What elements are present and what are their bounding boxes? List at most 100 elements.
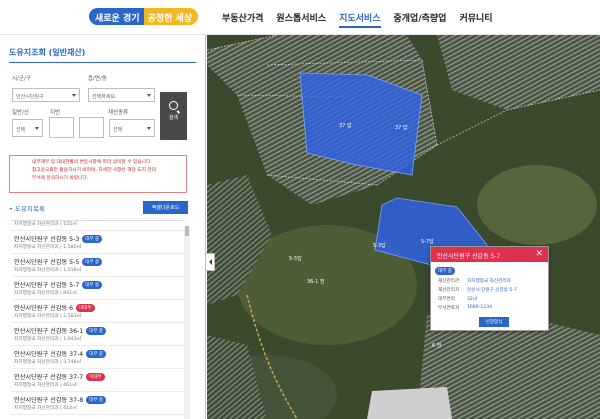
popup-row-value: 자치행정국 자산관리과 — [467, 279, 511, 284]
list-item-name: 안산시단원구 선감동 36-1 — [14, 328, 84, 335]
popup-title: 안산시단원구 선감동 5-7 — [437, 253, 501, 260]
popup-row-value: 32㎡ — [467, 297, 478, 302]
list-item-sub: 자치행정국 자산관리과 | 3,748㎡ — [14, 360, 82, 365]
status-badge: 대부 중 — [86, 350, 107, 358]
brand-left-text: 새로운 경기 — [89, 8, 144, 25]
popup-row-value: 안산시 단원구 선감동 5-7 — [467, 288, 517, 293]
nav-item-broker[interactable]: 중개업/측량업 — [394, 11, 447, 28]
status-badge: 대부 중 — [82, 258, 103, 266]
parcel-info-popup: 안산시단원구 선감동 5-7 ✕ 대부 중 재산관리관 자치행정국 자산관리과 재… — [430, 246, 549, 331]
parcel-label: 5-7답 — [421, 238, 434, 245]
popup-row: 재산관리처 안산시 단원구 선감동 5-7 — [438, 287, 517, 293]
sigungu-select[interactable]: 안산시단원구 — [12, 88, 80, 102]
popup-row: 대부면적 32㎡ — [438, 296, 477, 302]
eupmyeondong-select-value: 선택하세요. — [92, 94, 117, 100]
parcel-label: 6 전 — [432, 342, 442, 349]
list-scrollbar[interactable] — [184, 226, 190, 419]
list-item[interactable]: 안산시단원구 선감동 5-5 대부 중 자치행정국 자산관리과 | 1,018㎡ — [11, 254, 185, 277]
search-button[interactable]: 검색 — [160, 92, 187, 140]
category-select-value: 선택 — [113, 127, 123, 133]
popup-row-label: 대부면적 — [438, 297, 455, 302]
list-item[interactable]: 안산시단원구 선감동 37-4 대부 중 자치행정국 자산관리과 | 3,748㎡ — [11, 346, 185, 369]
san-label: 일반/산 — [12, 110, 30, 116]
list-item-name: 안산시단원구 선감동 6 — [14, 305, 74, 312]
list-item[interactable]: 안산시단원구 선감동 5-3 대부 중 자치행정국 자산관리과 | 1,580㎡ — [11, 231, 185, 254]
chevron-down-icon — [147, 127, 151, 130]
panel-title: 도유지조회 (일반재산) — [9, 48, 86, 57]
jibun-main-input[interactable] — [49, 117, 74, 138]
list-title: • 도유지목록 — [9, 205, 45, 213]
apply-form-button[interactable]: 신청양식 — [479, 317, 509, 327]
san-select-value: 선택 — [16, 127, 26, 133]
list-item-sub: 자치행정국 자산관리과 | 1,018㎡ — [14, 268, 82, 273]
forest-patch — [477, 165, 597, 245]
popup-row-label: 재산관리관 — [438, 279, 460, 284]
list-item-sub: 자치행정국 자산관리과 | 841㎡ — [14, 291, 77, 296]
status-badge: 대부 중 — [82, 235, 103, 243]
category-select[interactable]: 선택 — [109, 119, 155, 137]
sigungu-select-value: 안산시단원구 — [16, 94, 44, 100]
notice-line: 내부재부 및 대내현황의 변동사항에 따라 상이할 수 있습니다. — [32, 160, 152, 165]
close-icon[interactable]: ✕ — [535, 249, 543, 259]
status-badge: 대부 중 — [86, 327, 107, 335]
popup-row: 재산관리관 자치행정국 자산관리과 — [438, 278, 511, 284]
list-item-name: 안산시단원구 선감동 37-8 — [14, 397, 84, 404]
parcel-list: 자치행정국 자산관리과 | 155㎡ 안산시단원구 선감동 5-3 대부 중 자치… — [11, 220, 185, 419]
brand-right-text: 공정한 세상 — [143, 8, 199, 25]
list-item[interactable]: 안산시단원구 선감동 37-7 미대부 자치행정국 자산관리과 | 461㎡ — [11, 369, 185, 392]
main-nav: 부동산가격 원스톱서비스 지도서비스 중개업/측량업 커뮤니티 — [222, 11, 493, 28]
status-badge: 대부 중 — [82, 281, 103, 289]
search-panel: 도유지조회 (일반재산) 시/군/구 읍/면/동 안산시단원구 선택하세요. 일… — [0, 35, 206, 419]
building — [367, 387, 452, 419]
list-item-sub: 자치행정국 자산관리과 | 1,043㎡ — [14, 337, 82, 342]
nav-item-one-stop[interactable]: 원스톱서비스 — [276, 11, 326, 28]
title-divider — [9, 62, 196, 63]
list-scrollbar-thumb[interactable] — [185, 226, 189, 236]
panel-collapse-button[interactable] — [205, 253, 215, 271]
parcel-label: 5-3답 — [373, 242, 386, 249]
list-item-name: 안산시단원구 선감동 5-7 — [14, 282, 80, 289]
list-item-sub: 자치행정국 자산관리과 | 1,580㎡ — [14, 245, 82, 250]
chevron-down-icon — [72, 94, 76, 97]
status-badge: 미대부 — [76, 304, 95, 312]
nav-item-real-estate-price[interactable]: 부동산가격 — [222, 11, 263, 28]
list-item-name: 안산시단원구 선감동 37-7 — [14, 374, 84, 381]
popup-row-value: 1666-1234 — [467, 305, 493, 310]
jibun-label: 지번 — [50, 110, 61, 116]
list-item[interactable]: 안산시단원구 선감동 36-1 대부 중 자치행정국 자산관리과 | 1,043㎡ — [11, 323, 185, 346]
list-item-sub: 자치행정국 자산관리과 | 461㎡ — [14, 383, 77, 388]
satellite-map: 37 답 37 답 5-3답 5-7답 5-5답 36-1 전 6 전 — [207, 35, 600, 419]
list-item-name: 안산시단원구 선감동 5-3 — [14, 236, 80, 243]
list-item[interactable]: 자치행정국 자산관리과 | 155㎡ — [11, 221, 185, 231]
list-title-text: 도유지목록 — [14, 205, 45, 213]
popup-header: 안산시단원구 선감동 5-7 ✕ — [431, 247, 548, 262]
nav-item-map-service[interactable]: 지도서비스 — [339, 11, 381, 28]
excel-download-button[interactable]: 엑셀다운로드 — [143, 201, 188, 214]
jibun-sub-input[interactable] — [79, 117, 104, 138]
nav-item-community[interactable]: 커뮤니티 — [459, 11, 492, 28]
list-item[interactable]: 안산시단원구 선감동 37-8 대부 중 자치행정국 자산관리과 | 414㎡ — [11, 392, 185, 415]
map-view[interactable]: 37 답 37 답 5-3답 5-7답 5-5답 36-1 전 6 전 — [207, 35, 600, 419]
chevron-down-icon — [147, 94, 151, 97]
list-item[interactable]: 안산시단원구 선감동 6 미대부 자치행정국 자산관리과 | 2,583㎡ — [11, 300, 185, 323]
list-item-sub: 자치행정국 자산관리과 | 414㎡ — [14, 406, 77, 411]
list-item[interactable]: 안산시단원구 선감동 5-7 대부 중 자치행정국 자산관리과 | 841㎡ — [11, 277, 185, 300]
status-badge: 대부 중 — [435, 267, 455, 275]
status-badge: 대부 중 — [86, 396, 107, 404]
parcel-label: 36-1 전 — [307, 278, 325, 285]
top-header: 새로운 경기 공정한 세상 부동산가격 원스톱서비스 지도서비스 중개업/측량업… — [0, 0, 600, 35]
san-select[interactable]: 선택 — [12, 119, 43, 137]
list-item-sub: 자치행정국 자산관리과 | 2,583㎡ — [14, 314, 82, 319]
eupmyeondong-label: 읍/면/동 — [88, 76, 107, 82]
notice-line: 참고용으로만 활용하시기 바라며, 자세한 사항은 해당 도지 관리 — [32, 168, 157, 173]
search-icon — [169, 101, 178, 110]
chevron-down-icon — [35, 127, 39, 130]
popup-row: 부서연락처 1666-1234 — [438, 305, 492, 311]
category-label: 재산종류 — [108, 110, 129, 116]
notice-box: 내부재부 및 대내현황의 변동사항에 따라 상이할 수 있습니다. 참고용으로만… — [9, 155, 187, 193]
status-badge: 미대부 — [86, 373, 105, 381]
brand-logo[interactable]: 새로운 경기 공정한 세상 — [89, 8, 199, 25]
eupmyeondong-select[interactable]: 선택하세요. — [88, 88, 155, 102]
list-item-name: 안산시단원구 선감동 37-4 — [14, 351, 84, 358]
parcel-label: 5-5답 — [289, 255, 302, 262]
